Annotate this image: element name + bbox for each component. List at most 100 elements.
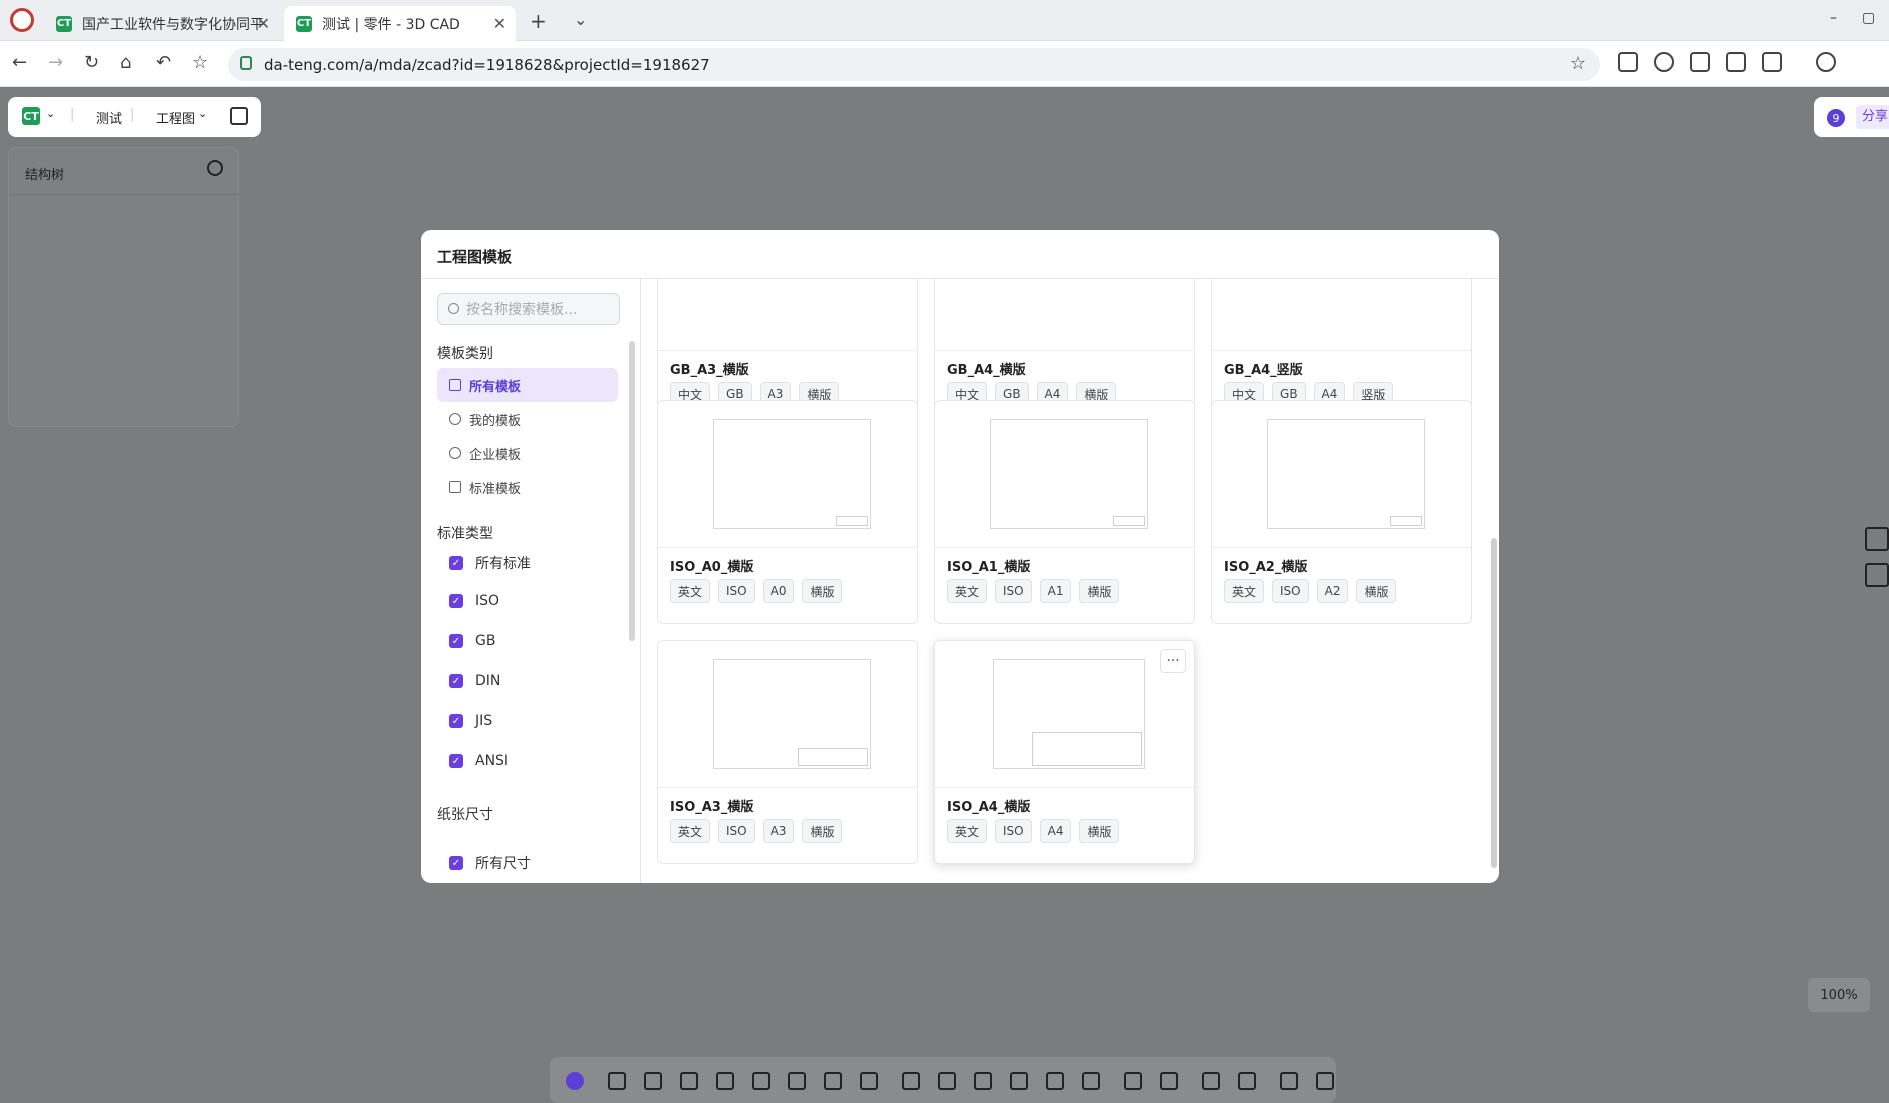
crop-view-icon[interactable] <box>824 1072 842 1090</box>
leader-icon[interactable] <box>1082 1072 1100 1090</box>
close-tab-icon[interactable]: ✕ <box>257 14 270 33</box>
template-name: ISO_A3_横版 <box>670 800 754 815</box>
settings-icon[interactable] <box>1852 52 1872 72</box>
sidebar-scrollbar[interactable] <box>629 341 635 641</box>
tab-cad[interactable]: CT 测试 | 零件 - 3D CAD ✕ <box>284 6 516 41</box>
checkbox-all-sizes[interactable]: ✓ 所有尺寸 <box>449 853 531 873</box>
sheet-preview <box>990 419 1148 529</box>
category-standard[interactable]: 标准模板 <box>437 470 618 504</box>
search-icon[interactable] <box>207 160 223 176</box>
category-mine[interactable]: 我的模板 <box>437 402 618 436</box>
divider <box>9 194 240 195</box>
balloon-icon[interactable] <box>1280 1072 1298 1090</box>
bottom-toolbar <box>550 1057 1336 1103</box>
list-icon[interactable] <box>1865 563 1889 587</box>
app-favicon-icon: CT <box>56 15 72 32</box>
mode-selector[interactable]: 工程图 <box>156 108 195 127</box>
base-view-icon[interactable] <box>608 1072 626 1090</box>
section-view-icon[interactable] <box>716 1072 734 1090</box>
projected-view-icon[interactable] <box>644 1072 662 1090</box>
sheet-preview <box>713 419 871 529</box>
browser-logo-icon[interactable] <box>10 8 34 32</box>
table-icon[interactable] <box>1160 1072 1178 1090</box>
search-input[interactable]: 按名称搜索模板... <box>437 293 620 325</box>
dimension-icon[interactable] <box>902 1072 920 1090</box>
chevron-down-icon[interactable]: ⌄ <box>198 107 207 120</box>
datum-icon[interactable] <box>938 1072 956 1090</box>
tag: ISO <box>718 819 755 843</box>
new-tab-button[interactable]: + <box>530 9 547 33</box>
template-card[interactable]: ISO_A1_横版 英文 ISO A1 横版 <box>934 400 1195 624</box>
home-icon[interactable]: ⌂ <box>120 52 131 73</box>
bookmark-icon[interactable]: ☆ <box>192 52 208 73</box>
tolerance-icon[interactable] <box>974 1072 992 1090</box>
undo-icon[interactable]: ↶ <box>156 52 171 73</box>
tag: 英文 <box>1224 579 1265 603</box>
checkbox-ansi[interactable]: ✓ ANSI <box>449 753 508 769</box>
camera-icon[interactable] <box>1690 52 1710 72</box>
lock-icon <box>240 56 252 70</box>
template-card[interactable]: ISO_A3_横版 英文 ISO A3 横版 <box>657 640 918 864</box>
category-enterprise[interactable]: 企业模板 <box>437 436 618 470</box>
close-tab-icon[interactable]: ✕ <box>493 14 506 33</box>
detail-view-icon[interactable] <box>752 1072 770 1090</box>
checkbox-checked-icon: ✓ <box>449 714 463 728</box>
checkbox-gb[interactable]: ✓ GB <box>449 633 495 649</box>
back-icon[interactable]: ← <box>12 52 27 73</box>
restore-button[interactable]: ▢ <box>1862 10 1875 26</box>
share-button[interactable]: 分享 <box>1856 105 1889 129</box>
project-name[interactable]: 测试 <box>96 108 122 127</box>
address-bar[interactable]: da-teng.com/a/mda/zcad?id=1918628&projec… <box>228 48 1600 81</box>
template-card[interactable]: ··· ISO_A4_横版 英文 ISO A4 横版 <box>934 640 1195 864</box>
tree-title: 结构树 <box>25 168 65 183</box>
template-thumbnail <box>658 279 917 351</box>
edit-sheet-icon[interactable] <box>1316 1072 1334 1090</box>
chevron-down-icon[interactable]: ⌄ <box>46 107 55 120</box>
template-thumbnail <box>935 279 1194 351</box>
checkbox-checked-icon: ✓ <box>449 634 463 648</box>
app-logo[interactable]: CT <box>22 107 40 125</box>
more-options-button[interactable]: ··· <box>1160 649 1186 673</box>
insert-image-icon[interactable] <box>1238 1072 1256 1090</box>
tab-platform[interactable]: CT 国产工业软件与数字化协同平 ✕ <box>44 6 280 41</box>
user-count-badge[interactable]: 9 <box>1827 109 1845 127</box>
surface-finish-icon[interactable] <box>1010 1072 1028 1090</box>
template-name: ISO_A2_横版 <box>1224 560 1308 575</box>
category-all[interactable]: 所有模板 <box>437 368 618 402</box>
download-icon[interactable] <box>1618 52 1638 72</box>
checkbox-iso[interactable]: ✓ ISO <box>449 593 499 609</box>
chart-icon[interactable] <box>1865 527 1889 551</box>
forward-icon[interactable]: → <box>48 52 63 73</box>
tag: 横版 <box>802 579 843 603</box>
template-name: GB_A4_竖版 <box>1224 363 1303 378</box>
star-icon[interactable]: ☆ <box>1570 53 1586 74</box>
structure-tree-panel: 结构树 <box>8 147 240 427</box>
content-scrollbar[interactable] <box>1491 538 1497 868</box>
profile-icon[interactable] <box>1816 52 1836 72</box>
tag: 横版 <box>1356 579 1397 603</box>
line-icon[interactable] <box>1202 1072 1220 1090</box>
text-icon[interactable] <box>1124 1072 1142 1090</box>
checkbox-jis[interactable]: ✓ JIS <box>449 713 492 729</box>
aux-view-icon[interactable] <box>680 1072 698 1090</box>
globe-icon[interactable] <box>1654 52 1674 72</box>
template-card[interactable]: ISO_A2_横版 英文 ISO A2 横版 <box>1211 400 1472 624</box>
category-label: 标准模板 <box>469 481 522 497</box>
checkbox-all-standards[interactable]: ✓ 所有标准 <box>449 553 531 573</box>
checkbox-din[interactable]: ✓ DIN <box>449 673 500 689</box>
panel-toggle-icon[interactable] <box>230 107 248 125</box>
reload-icon[interactable]: ↻ <box>84 52 99 73</box>
break-view-icon[interactable] <box>788 1072 806 1090</box>
select-icon[interactable] <box>566 1072 584 1090</box>
ai-icon[interactable] <box>1762 52 1782 72</box>
template-name: GB_A3_横版 <box>670 363 749 378</box>
search-icon <box>448 303 459 314</box>
alternate-view-icon[interactable] <box>860 1072 878 1090</box>
extension-icon[interactable] <box>1726 52 1746 72</box>
zoom-level[interactable]: 100% <box>1808 978 1870 1012</box>
checkbox-checked-icon: ✓ <box>449 754 463 768</box>
template-card[interactable]: ISO_A0_横版 英文 ISO A0 横版 <box>657 400 918 624</box>
weld-icon[interactable] <box>1046 1072 1064 1090</box>
minimize-button[interactable]: – <box>1830 10 1837 26</box>
tab-menu-button[interactable]: ⌄ <box>574 10 587 29</box>
